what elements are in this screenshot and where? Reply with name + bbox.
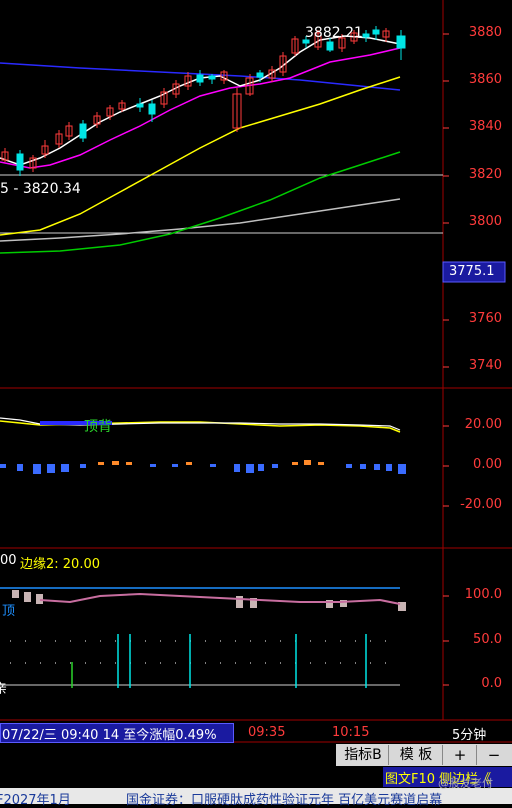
zoom-in-button[interactable]: + bbox=[444, 745, 477, 765]
indicator-side-label: 顶 bbox=[2, 604, 16, 619]
indicator-panel bbox=[0, 587, 406, 688]
indicator-dotted-lines bbox=[10, 640, 400, 664]
indicator-bottom-glyph: 亲 bbox=[0, 682, 8, 697]
macd-axis-label-20: 20.00 bbox=[464, 417, 502, 432]
status-time-2: 10:15 bbox=[332, 725, 370, 740]
current-price-label: 3775.1 bbox=[449, 264, 495, 279]
macd-divergence-label: 顶背 bbox=[84, 419, 112, 435]
indicator-axis-label-50: 50.0 bbox=[473, 632, 502, 647]
macd-axis-label-neg20: -20.00 bbox=[460, 497, 502, 512]
ticker-left-text[interactable]: F2027年1月 bbox=[0, 789, 71, 808]
indicator-axis-label-100: 100.0 bbox=[464, 587, 502, 602]
zoom-out-button[interactable]: − bbox=[478, 745, 510, 765]
price-axis-label-3740: 3740 bbox=[468, 358, 502, 373]
ma20-line bbox=[0, 76, 401, 236]
price-axis-label-3800: 3800 bbox=[468, 214, 502, 229]
price-axis-label-3860: 3860 bbox=[468, 72, 502, 87]
price-axis-label-3840: 3840 bbox=[468, 119, 502, 134]
status-info: 07/22/三 09:40 14 至今涨幅0.49% bbox=[2, 728, 217, 743]
price-axis-label-3880: 3880 bbox=[468, 25, 502, 40]
ma120-line bbox=[0, 198, 401, 242]
watermark-text: @股友老付 bbox=[438, 777, 493, 790]
indicator-axis-label-0: 0.0 bbox=[481, 676, 502, 691]
indicator-pink-line bbox=[39, 592, 401, 605]
price-axis-label-3760: 3760 bbox=[468, 311, 502, 326]
macd-histogram bbox=[0, 460, 406, 474]
candle-down bbox=[16, 26, 406, 176]
panel-borders bbox=[0, 0, 512, 743]
indicator-spikes bbox=[71, 634, 367, 688]
indicator-bars bbox=[12, 590, 406, 611]
price-axis-label-3820: 3820 bbox=[468, 167, 502, 182]
indicator-header-prefix: 00 bbox=[0, 553, 17, 568]
ticker-headline[interactable]: 国金证券：口服硬肽成药性验证元年 百亿美元赛道启幕 bbox=[126, 789, 442, 808]
low-price-label: 5 - 3820.34 bbox=[0, 181, 81, 197]
macd-axis-label-0: 0.00 bbox=[473, 457, 502, 472]
chart-canvas[interactable] bbox=[0, 0, 512, 804]
indicator-b-button[interactable]: 指标B bbox=[338, 745, 389, 765]
peak-price-label: 3882.21 bbox=[305, 25, 363, 41]
status-time-1: 09:35 bbox=[248, 725, 286, 740]
period-button[interactable]: 5分钟 bbox=[452, 724, 486, 743]
template-button[interactable]: 模 板 bbox=[390, 745, 443, 765]
macd-panel bbox=[0, 417, 406, 474]
ma5-line bbox=[0, 35, 401, 166]
price-axis-ticks bbox=[443, 33, 449, 686]
candlesticks bbox=[1, 26, 406, 176]
indicator-header-label: 边缘2: 20.00 bbox=[20, 557, 100, 572]
